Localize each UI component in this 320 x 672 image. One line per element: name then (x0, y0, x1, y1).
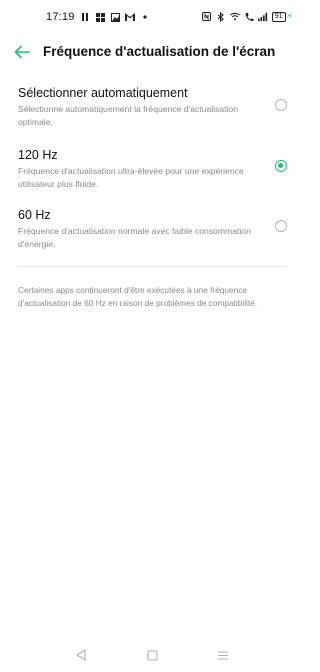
navigation-bar (0, 638, 305, 672)
nfc-icon (202, 12, 212, 22)
bluetooth-icon (216, 11, 226, 22)
back-arrow-icon[interactable] (14, 45, 30, 59)
page-title: Fréquence d'actualisation de l'écran (43, 44, 276, 59)
notification-icons (80, 12, 150, 22)
option-60hz-description: Fréquence d'actualisation normale avec f… (18, 226, 251, 249)
option-60hz[interactable]: 60 Hz Fréquence d'actualisation normale … (0, 200, 305, 256)
option-120hz[interactable]: 120 Hz Fréquence d'actualisation ultra-é… (0, 140, 305, 196)
option-auto-label: Sélectionner automatiquement (18, 86, 188, 100)
dot-icon (140, 12, 150, 22)
charging-icon: ⚡ (286, 11, 293, 21)
status-bar: 17:19 91 ⚡ (0, 0, 305, 34)
call-icon (244, 12, 254, 22)
home-square-icon[interactable] (145, 648, 159, 662)
photo-icon (110, 12, 120, 22)
back-triangle-icon[interactable] (74, 648, 88, 662)
system-icons: 91 ⚡ (202, 11, 293, 22)
option-120hz-label: 120 Hz (18, 148, 58, 162)
option-auto[interactable]: Sélectionner automatiquement Sélectionne… (0, 78, 305, 134)
wifi-icon (230, 12, 240, 22)
option-60hz-radio[interactable] (275, 220, 287, 232)
status-time: 17:19 (46, 11, 75, 23)
gmail-icon (125, 12, 135, 22)
grid-icon (95, 12, 105, 22)
recents-menu-icon[interactable] (216, 648, 230, 662)
battery-icon: 91 ⚡ (271, 11, 293, 22)
option-60hz-label: 60 Hz (18, 208, 51, 222)
compatibility-note: Certaines apps continueront d'être exécu… (18, 285, 258, 308)
divider (18, 266, 287, 267)
header: Fréquence d'actualisation de l'écran (0, 36, 305, 68)
option-120hz-description: Fréquence d'actualisation ultra-élevée p… (18, 166, 244, 189)
battery-level: 91 (271, 11, 286, 22)
option-auto-radio[interactable] (275, 99, 287, 111)
signal-icon (257, 12, 268, 22)
option-120hz-radio[interactable] (275, 160, 287, 172)
option-auto-description: Sélectionne automatiquement la fréquence… (18, 104, 238, 127)
pause-icon (80, 12, 90, 22)
